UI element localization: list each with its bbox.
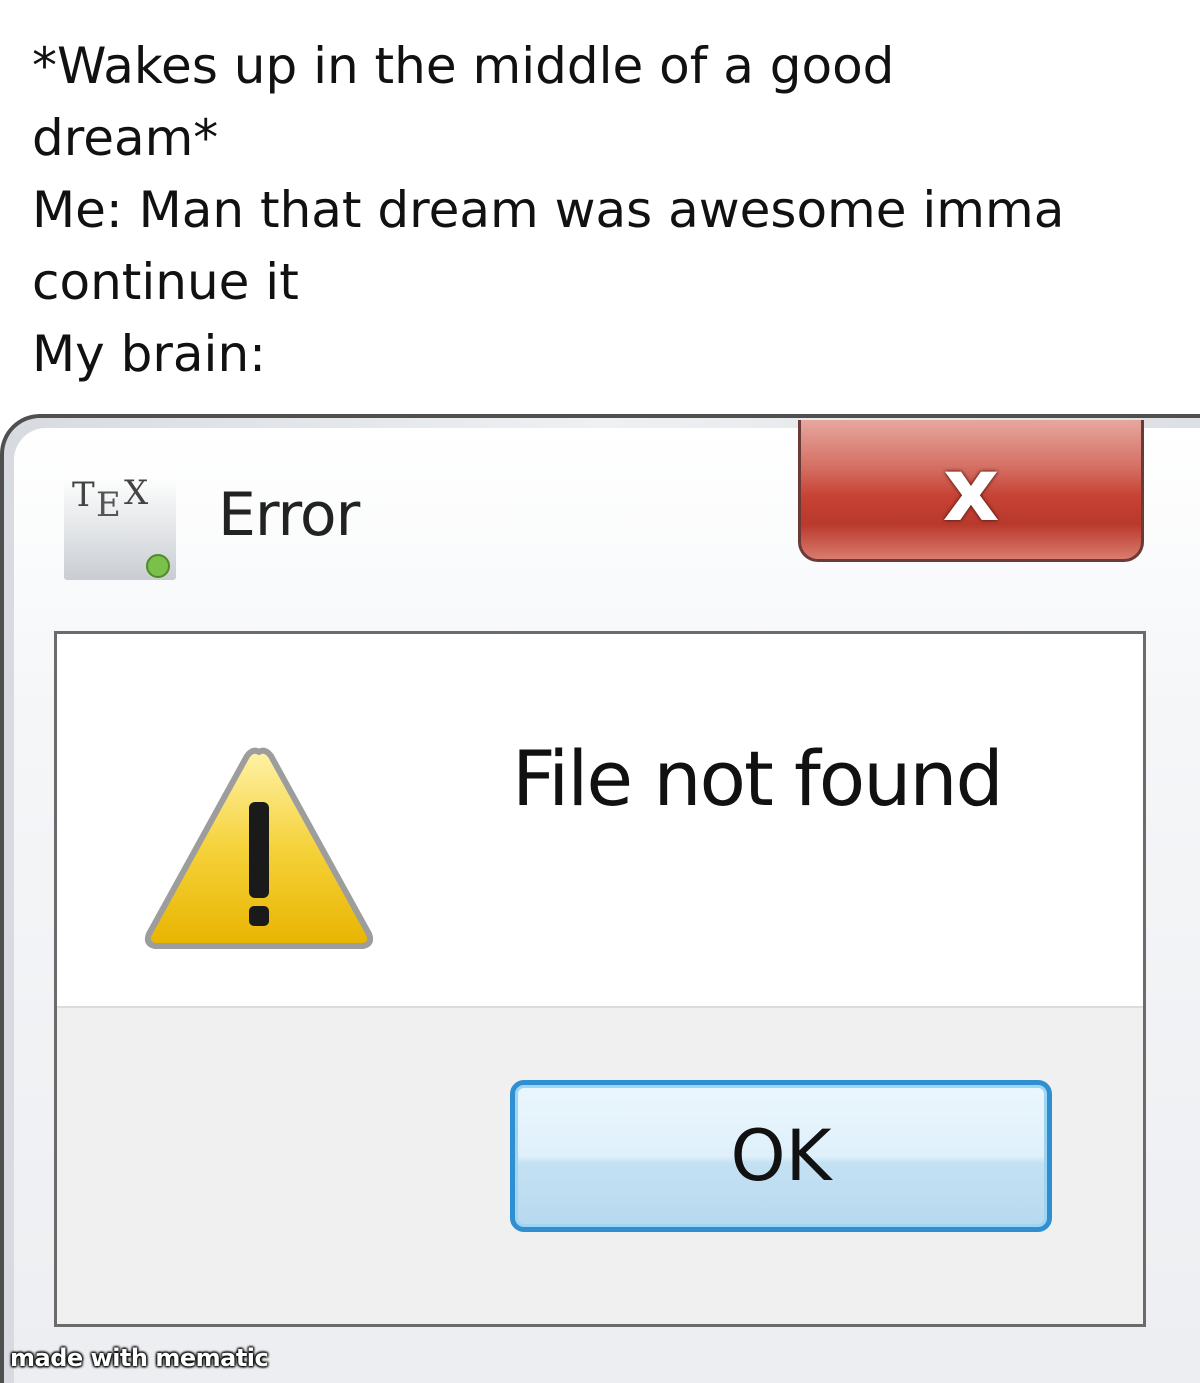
ok-button[interactable]: OK — [510, 1080, 1052, 1232]
ok-button-label: OK — [730, 1115, 832, 1197]
close-icon: x — [942, 437, 1000, 541]
message-panel: File not found — [57, 634, 1143, 1008]
tex-icon: T E X — [64, 473, 176, 580]
svg-text:E: E — [96, 485, 121, 525]
error-message: File not found — [512, 734, 1004, 823]
dialog-title: Error — [218, 480, 360, 550]
meme-caption: *Wakes up in the middle of a good dream*… — [32, 37, 1065, 383]
warning-icon — [144, 747, 374, 949]
mematic-watermark: made with mematic — [10, 1344, 269, 1372]
close-button[interactable]: x — [798, 420, 1144, 562]
dialog-content-area: File not found OK — [54, 631, 1146, 1327]
svg-text:X: X — [124, 473, 149, 513]
svg-text:T: T — [72, 475, 95, 515]
